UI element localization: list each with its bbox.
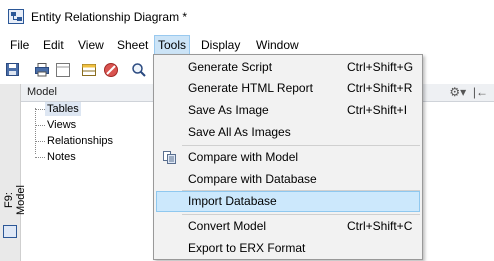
compare-icon xyxy=(163,151,176,164)
collapse-icon[interactable]: |← xyxy=(470,85,488,99)
menu-item-export-to-erx-format[interactable]: Export to ERX Format xyxy=(156,238,420,259)
save-icon[interactable] xyxy=(5,62,21,78)
title-bar: Entity Relationship Diagram * xyxy=(0,0,494,34)
menu-item-import-database[interactable]: Import Database xyxy=(156,191,420,212)
menu-file[interactable]: File xyxy=(6,35,33,55)
menu-window[interactable]: Window xyxy=(252,35,303,55)
tools-dropdown: Generate Script Ctrl+Shift+G Generate HT… xyxy=(153,54,423,260)
menu-separator xyxy=(182,145,420,146)
gear-icon[interactable]: ⚙▾ xyxy=(449,85,466,99)
menu-sheet[interactable]: Sheet xyxy=(113,35,152,55)
menu-item-generate-script[interactable]: Generate Script Ctrl+Shift+G xyxy=(156,57,420,78)
tree-item-views[interactable]: Views xyxy=(47,118,76,132)
menu-view[interactable]: View xyxy=(74,35,108,55)
zoom-icon[interactable] xyxy=(131,62,147,78)
menu-display[interactable]: Display xyxy=(197,35,244,55)
model-side-tab[interactable]: F9: Model xyxy=(0,84,27,261)
tree-item-tables[interactable]: Tables xyxy=(45,102,81,116)
tree-connector xyxy=(35,108,36,154)
table-icon[interactable] xyxy=(81,62,97,78)
side-tab-label: F9: Model xyxy=(3,185,27,215)
menu-bar: File Edit View Sheet Tools Display Windo… xyxy=(0,35,494,55)
panel-title: Model xyxy=(27,86,57,98)
menu-separator xyxy=(182,214,420,215)
menu-edit[interactable]: Edit xyxy=(39,35,68,55)
panel-tools: ⚙▾ |← xyxy=(449,85,488,99)
window-title: Entity Relationship Diagram * xyxy=(31,10,188,24)
no-entry-icon[interactable] xyxy=(103,62,119,78)
menu-item-save-all-as-images[interactable]: Save All As Images xyxy=(156,122,420,143)
menu-item-compare-with-database[interactable]: Compare with Database xyxy=(156,169,420,190)
tree-item-notes[interactable]: Notes xyxy=(47,150,76,164)
menu-item-generate-html-report[interactable]: Generate HTML Report Ctrl+Shift+R xyxy=(156,78,420,99)
menu-item-compare-with-model[interactable]: Compare with Model xyxy=(156,147,420,168)
print-icon[interactable] xyxy=(34,62,50,78)
menu-item-convert-model[interactable]: Convert Model Ctrl+Shift+C xyxy=(156,216,420,237)
menu-tools[interactable]: Tools xyxy=(154,35,191,55)
app-icon xyxy=(8,9,24,24)
page-setup-icon[interactable] xyxy=(55,62,71,78)
tree-item-relationships[interactable]: Relationships xyxy=(47,134,113,148)
diagram-icon xyxy=(3,225,17,238)
menu-item-save-as-image[interactable]: Save As Image Ctrl+Shift+I xyxy=(156,100,420,121)
